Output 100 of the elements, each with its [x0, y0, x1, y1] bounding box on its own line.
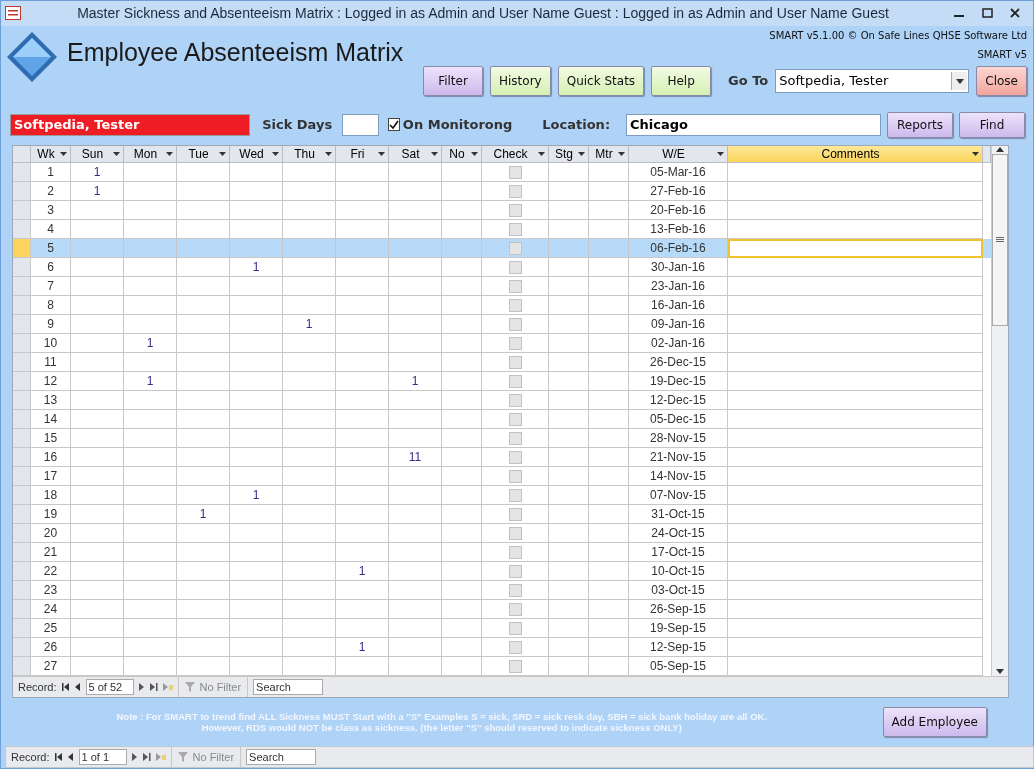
comments-cell[interactable] [728, 239, 983, 259]
toolbar-button[interactable]: Quick Stats [557, 65, 645, 96]
toolbar-button[interactable]: Help [651, 65, 712, 96]
row-selector[interactable] [13, 372, 31, 392]
caret-icon [717, 152, 724, 157]
reports-button[interactable]: Reports [887, 111, 953, 138]
funnel-icon [177, 752, 190, 762]
check-checkbox[interactable] [508, 526, 522, 540]
check-checkbox[interactable] [508, 602, 522, 616]
check-checkbox[interactable] [508, 488, 522, 502]
find-button[interactable]: Find [959, 111, 1025, 138]
row-selector[interactable] [13, 562, 31, 582]
check-checkbox[interactable] [508, 336, 522, 350]
check-checkbox[interactable] [508, 222, 522, 236]
check-checkbox[interactable] [508, 203, 522, 217]
dropdown-caret-icon [955, 76, 964, 85]
vertical-scrollbar[interactable] [991, 146, 1008, 677]
row-selector[interactable] [13, 220, 31, 240]
check-checkbox[interactable] [508, 355, 522, 369]
row-selector[interactable] [13, 315, 31, 335]
next-record-icon[interactable] [131, 753, 138, 761]
check-checkbox[interactable] [508, 564, 522, 578]
copyright-text: SMART v5.1.00 © On Safe Lines QHSE Software Ltd [769, 29, 1027, 41]
caret-icon [219, 152, 226, 157]
close-icon[interactable] [1010, 8, 1020, 19]
check-checkbox[interactable] [508, 431, 522, 445]
previous-record-icon[interactable] [74, 683, 81, 692]
search-field[interactable]: Search [253, 679, 324, 696]
next-record-icon[interactable] [138, 683, 145, 692]
caret-icon [378, 152, 385, 157]
check-checkbox[interactable] [508, 621, 522, 635]
row-selector[interactable] [13, 239, 31, 259]
column-header[interactable]: Comments [728, 146, 983, 164]
row-selector[interactable] [13, 638, 31, 658]
check-checkbox[interactable] [508, 412, 522, 426]
row-selector[interactable] [13, 258, 31, 278]
check-checkbox[interactable] [508, 317, 522, 331]
row-selector[interactable] [13, 467, 31, 487]
row-selector[interactable] [13, 391, 31, 411]
add-employee-button[interactable]: Add Employee [882, 707, 987, 738]
check-checkbox[interactable] [508, 393, 522, 407]
row-selector[interactable] [13, 410, 31, 430]
location-field[interactable]: Chicago [626, 113, 881, 136]
caret-icon [166, 152, 173, 157]
row-selector[interactable] [13, 448, 31, 468]
monitoring-checkbox[interactable] [387, 118, 400, 132]
new-record-icon[interactable] [155, 753, 166, 761]
first-record-icon[interactable] [61, 683, 70, 692]
goto-dropdown[interactable]: Softpedia, Tester [775, 68, 970, 93]
row-selector[interactable] [13, 296, 31, 316]
row-selector[interactable] [13, 581, 31, 601]
row-selector[interactable] [13, 619, 31, 639]
row-selector[interactable] [13, 353, 31, 373]
check-checkbox[interactable] [508, 374, 522, 388]
previous-record-icon[interactable] [67, 753, 74, 761]
check-checkbox[interactable] [508, 507, 522, 521]
record-label: Record: [18, 681, 57, 694]
row-selector[interactable] [13, 182, 31, 202]
record-position-field[interactable]: 5 of 52 [85, 679, 134, 696]
check-checkbox[interactable] [508, 165, 522, 179]
check-checkbox[interactable] [508, 583, 522, 597]
row-selector[interactable] [13, 524, 31, 544]
new-record-icon[interactable] [162, 683, 173, 692]
form-icon [5, 6, 21, 21]
check-checkbox[interactable] [508, 469, 522, 483]
last-record-icon[interactable] [149, 683, 158, 692]
check-checkbox[interactable] [508, 450, 522, 464]
row-selector[interactable] [13, 429, 31, 449]
search-field[interactable]: Search [246, 749, 317, 765]
check-checkbox[interactable] [508, 260, 522, 274]
caret-icon [60, 152, 67, 157]
record-position-field[interactable]: 1 of 1 [78, 749, 127, 765]
check-checkbox[interactable] [508, 545, 522, 559]
maximize-icon[interactable] [981, 8, 993, 19]
caret-icon [578, 152, 585, 157]
last-record-icon[interactable] [142, 753, 151, 761]
row-selector[interactable] [13, 657, 31, 677]
close-form-button[interactable]: Close [976, 65, 1027, 96]
row-selector[interactable] [13, 543, 31, 563]
row-selector[interactable] [13, 163, 31, 183]
toolbar-button[interactable]: Filter [423, 65, 483, 96]
row-selector[interactable] [13, 334, 31, 354]
check-checkbox[interactable] [508, 659, 522, 673]
toolbar-button[interactable]: History [490, 65, 551, 96]
first-record-icon[interactable] [54, 753, 63, 761]
row-selector[interactable] [13, 600, 31, 620]
note-text: Note : For SMART to trend find ALL Sickness MUST Start with a "S" Examples S = sick, SRD = sick resk day, SBH = sick bank holiday are all OK. [116, 711, 768, 723]
check-checkbox[interactable] [508, 298, 522, 312]
caret-icon [325, 152, 332, 157]
row-selector[interactable] [13, 201, 31, 221]
check-checkbox[interactable] [508, 640, 522, 654]
sick-days-field[interactable] [342, 113, 379, 136]
row-selector[interactable] [13, 277, 31, 297]
check-checkbox[interactable] [508, 184, 522, 198]
row-selector[interactable] [13, 486, 31, 506]
row-selector[interactable] [13, 505, 31, 525]
check-checkbox[interactable] [508, 241, 522, 255]
check-checkbox[interactable] [508, 279, 522, 293]
caret-icon [113, 152, 120, 157]
caret-icon [538, 152, 545, 157]
